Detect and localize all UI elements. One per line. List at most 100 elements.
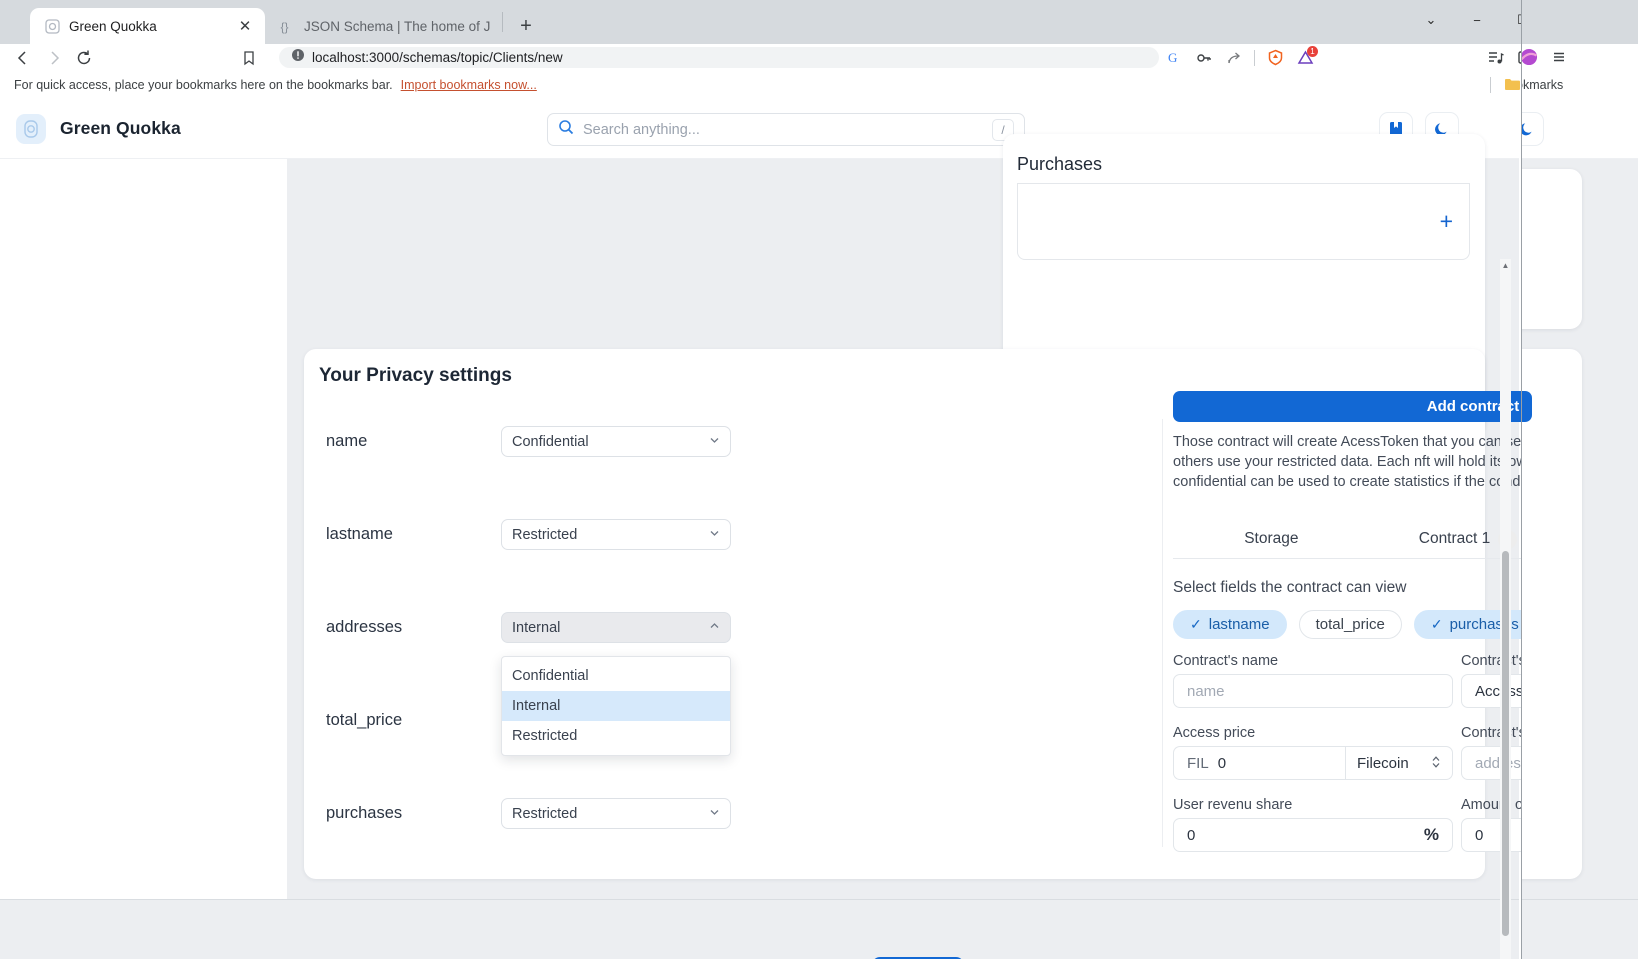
stepper-icon xyxy=(1431,754,1441,772)
back-icon[interactable] xyxy=(8,46,38,70)
page-viewport: Green Quokka / xyxy=(0,99,1638,959)
brand[interactable]: Green Quokka xyxy=(0,113,181,144)
chip-purchases[interactable]: ✓ purchases xyxy=(1413,610,1536,639)
privacy-select-addresses[interactable]: Internal xyxy=(501,612,731,643)
global-search[interactable]: / xyxy=(547,113,1025,146)
percent-icon: % xyxy=(1423,825,1439,844)
content-scrollbar-thumb[interactable] xyxy=(1502,551,1509,936)
field-user-revenu-share: User revenu share 0 % xyxy=(1173,797,1461,869)
left-rail xyxy=(0,159,288,899)
browser-tab-active[interactable]: Green Quokka ✕ xyxy=(30,8,265,44)
tab-storage[interactable]: Storage xyxy=(1173,520,1370,558)
check-icon: ✓ xyxy=(1190,616,1202,632)
tab-search-chevron-icon[interactable]: ⌄ xyxy=(1408,0,1454,40)
quokka-favicon xyxy=(44,18,61,35)
dropdown-option-restricted[interactable]: Restricted xyxy=(502,721,730,751)
folder-icon xyxy=(1504,77,1521,94)
panel-divider xyxy=(1162,419,1163,847)
notification-icon[interactable]: 1 xyxy=(1290,45,1320,70)
background-window-navbar xyxy=(1522,44,1638,71)
privacy-settings-card: Your Privacy settings name Confidential … xyxy=(304,349,1638,879)
minimize-button[interactable]: − xyxy=(1454,0,1500,40)
field-label: addresses xyxy=(326,618,403,636)
privacy-row-lastname: lastname Restricted xyxy=(304,488,860,581)
background-window-titlebar xyxy=(1522,0,1638,44)
bookmarks-bar: For quick access, place your bookmarks h… xyxy=(0,71,1638,99)
user-revenu-share-input[interactable]: 0 % xyxy=(1173,818,1453,852)
new-tab-button[interactable]: + xyxy=(511,11,541,41)
access-price-input[interactable]: FIL 0 xyxy=(1173,746,1345,780)
browser-titlebar: Green Quokka ✕ {} JSON Schema | The home… xyxy=(0,0,1638,44)
chevron-down-icon xyxy=(708,805,721,822)
password-key-icon[interactable] xyxy=(1189,46,1219,70)
privacy-select-lastname[interactable]: Restricted xyxy=(501,519,731,550)
privacy-row-purchases: purchases Restricted xyxy=(304,767,860,860)
search-input[interactable] xyxy=(583,121,983,138)
tab-label: Contract 1 xyxy=(1418,530,1491,547)
field-label: User revenu share xyxy=(1173,797,1293,813)
share-icon[interactable] xyxy=(1219,46,1249,70)
json-schema-favicon: {} xyxy=(279,18,296,35)
scroll-up-arrow-icon[interactable]: ▲ xyxy=(1500,259,1511,272)
bg-app-header xyxy=(1522,99,1638,159)
select-value: Restricted xyxy=(512,526,578,543)
address-bar[interactable]: localhost:3000/schemas/topic/Clients/new xyxy=(279,47,1160,68)
access-price-group: FIL 0 Filecoin xyxy=(1173,746,1453,780)
select-value: Internal xyxy=(512,619,561,636)
access-price-value: 0 xyxy=(1217,754,1227,772)
background-window-bookmarks: okmarks xyxy=(1522,71,1638,99)
import-bookmarks-link[interactable]: Import bookmarks now... xyxy=(401,78,537,92)
input-value: 0 xyxy=(1187,826,1196,844)
reading-list-icon[interactable] xyxy=(1480,46,1510,70)
quokka-logo-icon xyxy=(16,113,46,144)
tab-title: Green Quokka xyxy=(69,18,157,34)
privacy-dropdown-menu[interactable]: Confidential Internal Restricted xyxy=(501,656,731,756)
field-label: total_price xyxy=(326,711,403,729)
bg-moon-icon[interactable] xyxy=(1522,112,1544,146)
footer-bar xyxy=(0,899,1519,959)
tab-title: JSON Schema | The home of JSON Sc xyxy=(304,18,490,34)
add-purchase-button[interactable]: + xyxy=(1440,210,1453,233)
background-window-body xyxy=(1522,99,1638,959)
chip-total-price[interactable]: total_price xyxy=(1298,610,1402,639)
check-icon: ✓ xyxy=(1430,616,1443,632)
contract-name-input[interactable]: name xyxy=(1173,674,1453,708)
reload-icon[interactable] xyxy=(69,46,99,70)
privacy-select-purchases[interactable]: Restricted xyxy=(501,798,731,829)
bg-footer xyxy=(1522,899,1638,959)
browser-window: Green Quokka ✕ {} JSON Schema | The home… xyxy=(0,0,1638,959)
currency-select[interactable]: Filecoin xyxy=(1345,746,1453,780)
currency-value: Filecoin xyxy=(1357,754,1409,772)
close-icon[interactable]: ✕ xyxy=(235,16,255,36)
app-canvas: Purchases + Your Privacy settings name C… xyxy=(0,134,1638,899)
bg-menu-icon[interactable] xyxy=(1544,47,1574,67)
background-browser-window[interactable]: okmarks xyxy=(1521,0,1638,959)
dropdown-option-confidential[interactable]: Confidential xyxy=(502,661,730,691)
bookmarks-hint: For quick access, place your bookmarks h… xyxy=(14,78,393,92)
field-access-price: Access price FIL 0 Filecoin xyxy=(1173,725,1461,797)
chevron-down-icon xyxy=(708,433,721,450)
field-label: Contract's name xyxy=(1173,653,1279,669)
field-label: name xyxy=(326,432,368,450)
currency-unit-label: FIL xyxy=(1187,754,1209,772)
field-label: purchases xyxy=(326,804,403,822)
bg-other-bookmarks-label[interactable]: okmarks xyxy=(1522,78,1563,92)
search-icon xyxy=(558,119,574,140)
brave-shield-icon[interactable] xyxy=(1260,46,1290,70)
privacy-row-name: name Confidential xyxy=(304,395,860,488)
tab-label: Storage xyxy=(1244,530,1299,547)
bg-profile-avatar-icon[interactable] xyxy=(1522,47,1544,67)
bookmark-divider xyxy=(1490,77,1492,93)
google-icon[interactable]: G xyxy=(1159,46,1189,70)
notification-badge: 1 xyxy=(1307,45,1319,57)
bookmark-icon[interactable] xyxy=(234,46,264,70)
privacy-select-name[interactable]: Confidential xyxy=(501,426,731,457)
purchases-items-box: + xyxy=(1017,184,1470,260)
bg-add-contract-button[interactable] xyxy=(1522,391,1532,422)
chevron-down-icon xyxy=(708,526,721,543)
brand-name: Green Quokka xyxy=(60,118,181,138)
field-label: lastname xyxy=(326,525,393,543)
browser-tab-inactive[interactable]: {} JSON Schema | The home of JSON Sc xyxy=(265,8,500,44)
chip-lastname[interactable]: ✓ lastname xyxy=(1173,610,1287,639)
dropdown-option-internal[interactable]: Internal xyxy=(502,691,730,721)
